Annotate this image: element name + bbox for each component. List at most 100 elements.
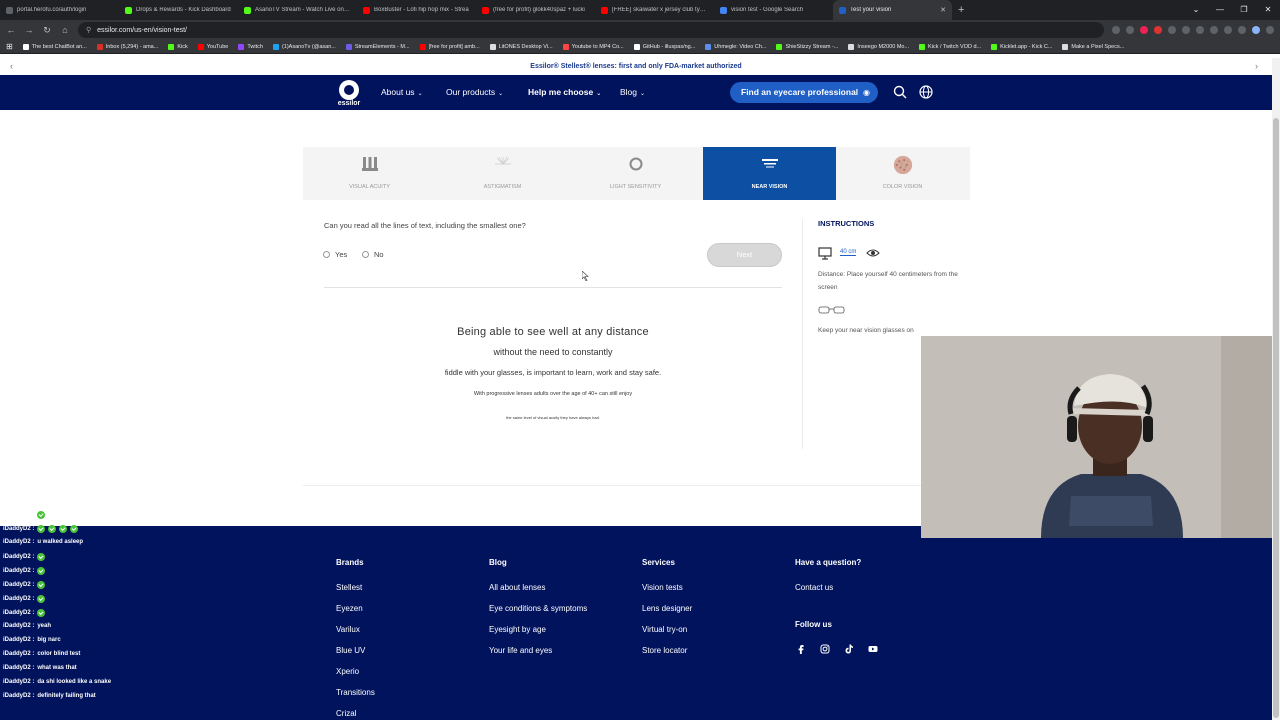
bookmark-star-icon[interactable]	[1126, 26, 1134, 34]
footer-link[interactable]: Blue UV	[336, 646, 365, 655]
announcement-next-icon[interactable]: ›	[1255, 58, 1258, 75]
browser-tab[interactable]: portal.herofu.co/auth/login	[0, 0, 119, 20]
answer-yes-radio[interactable]: Yes	[323, 250, 347, 259]
bookmark-item[interactable]: (1)AsanoTv (@asan...	[272, 43, 336, 50]
tab-light-sensitivity[interactable]: LIGHT SENSITIVITY	[569, 147, 702, 200]
close-window-icon[interactable]: ✕	[1256, 0, 1280, 20]
bookmark-item[interactable]: GitHub - illuspas/ng...	[633, 43, 695, 50]
home-icon[interactable]: ⌂	[60, 25, 70, 35]
browser-tab[interactable]: Drops & Rewards - Kick Dashboard	[119, 0, 238, 20]
profile-avatar-icon[interactable]	[1252, 26, 1260, 34]
announcement-text[interactable]: Essilor® Stellest® lenses: first and onl…	[530, 63, 741, 70]
tab-astigmatism[interactable]: ASTIGMATISM	[436, 147, 569, 200]
footer-link[interactable]: Eyezen	[336, 604, 363, 613]
footer-link[interactable]: Stellest	[336, 583, 362, 592]
restore-icon[interactable]: ❐	[1232, 0, 1256, 20]
footer-link[interactable]: All about lenses	[489, 583, 545, 592]
bookmark-item[interactable]: Twitch	[238, 43, 263, 50]
extension-icon[interactable]	[1210, 26, 1218, 34]
chat-username: iDaddyD2 :	[3, 539, 35, 545]
chat-emote-icon	[37, 609, 46, 617]
bookmark-item[interactable]: LitONES Desktop Vi...	[489, 43, 553, 50]
close-tab-icon[interactable]: ✕	[940, 6, 946, 14]
footer-link[interactable]: Vision tests	[642, 583, 683, 592]
bookmark-item[interactable]: ShieStizzy Stream -...	[776, 43, 838, 50]
browser-tab[interactable]: vision test - Google Search	[714, 0, 833, 20]
apps-grid-icon[interactable]: ⊞	[6, 42, 13, 51]
nav-help-me-choose[interactable]: Help me choose ⌄	[528, 75, 601, 110]
footer-link[interactable]: Xperio	[336, 667, 359, 676]
extension-icon[interactable]	[1196, 26, 1204, 34]
nav-blog[interactable]: Blog ⌄	[620, 75, 645, 110]
bookmark-item[interactable]: Youtube to MP4 Co...	[562, 43, 624, 50]
scrollbar-thumb[interactable]	[1273, 118, 1279, 718]
footer-link[interactable]: Lens designer	[642, 604, 692, 613]
footer-link[interactable]: Your life and eyes	[489, 646, 552, 655]
browser-tab[interactable]: AsanoTV Stream - Watch Live on Kick	[238, 0, 357, 20]
radio-circle[interactable]	[323, 251, 330, 258]
footer-link[interactable]: Store locator	[642, 646, 687, 655]
share-icon[interactable]	[1112, 26, 1120, 34]
search-icon[interactable]	[892, 84, 908, 100]
youtube-icon[interactable]	[868, 644, 878, 654]
forward-icon[interactable]: →	[24, 25, 34, 35]
footer-link[interactable]: Transitions	[336, 688, 375, 697]
new-tab-button[interactable]: +	[952, 4, 970, 16]
footer-link[interactable]: Virtual try-on	[642, 625, 687, 634]
extension-icon[interactable]	[1168, 26, 1176, 34]
reload-icon[interactable]: ↻	[42, 25, 52, 36]
find-eyecare-professional-button[interactable]: Find an eyecare professional ◉	[730, 82, 878, 103]
bookmark-item[interactable]: StreamElements - M...	[345, 43, 410, 50]
extension-icon[interactable]	[1154, 26, 1162, 34]
bookmark-item[interactable]: Kick	[168, 43, 188, 50]
bookmark-favicon-icon	[991, 43, 998, 50]
minimize-icon[interactable]: —	[1208, 0, 1232, 20]
tiktok-icon[interactable]	[844, 644, 854, 654]
browser-tab[interactable]: BoxBuster - Lofi hip hop mix - Strea	[357, 0, 476, 20]
extension-icon[interactable]	[1238, 26, 1246, 34]
url-field[interactable]: ⚲ essilor.com/us-en/vision-test/	[78, 22, 1104, 38]
tab-near-vision[interactable]: NEAR VISION	[703, 147, 836, 200]
footer-link[interactable]: Eyesight by age	[489, 625, 546, 634]
globe-icon[interactable]	[918, 84, 934, 100]
tab-search-icon[interactable]: ⌄	[1184, 0, 1208, 20]
chat-message: iDaddyD2 :	[3, 567, 46, 575]
page-scrollbar[interactable]	[1272, 58, 1280, 720]
chat-username: iDaddyD2 :	[3, 637, 35, 643]
instagram-icon[interactable]	[820, 644, 830, 654]
nav-our-products[interactable]: Our products ⌄	[446, 75, 503, 110]
bookmark-item[interactable]: YouTube	[197, 43, 228, 50]
bookmark-item[interactable]: Kick / Twitch VOD d...	[919, 43, 981, 50]
bookmark-item[interactable]: Uhmegle: Video Ch...	[705, 43, 766, 50]
extension-icon[interactable]	[1140, 26, 1148, 34]
chat-emote-icon	[48, 525, 57, 533]
bookmark-item[interactable]: Make a Pixel Specs...	[1062, 43, 1124, 50]
bookmark-item[interactable]: Inseego M2000 Mo...	[848, 43, 909, 50]
footer-link[interactable]: Varilux	[336, 625, 360, 634]
browser-tab[interactable]: Test your vision ✕	[833, 0, 952, 20]
browser-tab[interactable]: (free for profit) glokk40spaz + lucki	[476, 0, 595, 20]
site-info-icon[interactable]: ⚲	[86, 26, 91, 34]
back-icon[interactable]: ←	[6, 25, 16, 35]
footer-link[interactable]: Eye conditions & symptoms	[489, 604, 587, 613]
nav-about-us[interactable]: About us ⌄	[381, 75, 423, 110]
essilor-logo[interactable]: essilor	[336, 80, 362, 107]
facebook-icon[interactable]	[796, 644, 806, 654]
tab-color-vision[interactable]: COLOR VISION	[836, 147, 969, 200]
radio-circle[interactable]	[362, 251, 369, 258]
footer-link[interactable]: Crizal	[336, 709, 356, 718]
extension-icon[interactable]	[1182, 26, 1190, 34]
chat-message: iDaddyD2 : color blind test	[3, 651, 80, 657]
extension-icon[interactable]	[1224, 26, 1232, 34]
bookmark-item[interactable]: The best ChatBot an...	[22, 43, 87, 50]
announcement-prev-icon[interactable]: ‹	[10, 58, 13, 75]
menu-kebab-icon[interactable]	[1266, 26, 1274, 34]
bookmark-item[interactable]: Inbox (5,294) - ama...	[96, 43, 158, 50]
next-button[interactable]: Next	[707, 243, 782, 267]
tab-visual-acuity[interactable]: VISUAL ACUITY	[303, 147, 436, 200]
bookmark-item[interactable]: [free for profit] amb...	[419, 43, 480, 50]
footer-link[interactable]: Contact us	[795, 583, 833, 592]
answer-no-radio[interactable]: No	[362, 250, 384, 259]
bookmark-item[interactable]: Kicklet.app - Kick C...	[991, 43, 1052, 50]
browser-tab[interactable]: [FREE] skaiwater x jersey club type be	[595, 0, 714, 20]
